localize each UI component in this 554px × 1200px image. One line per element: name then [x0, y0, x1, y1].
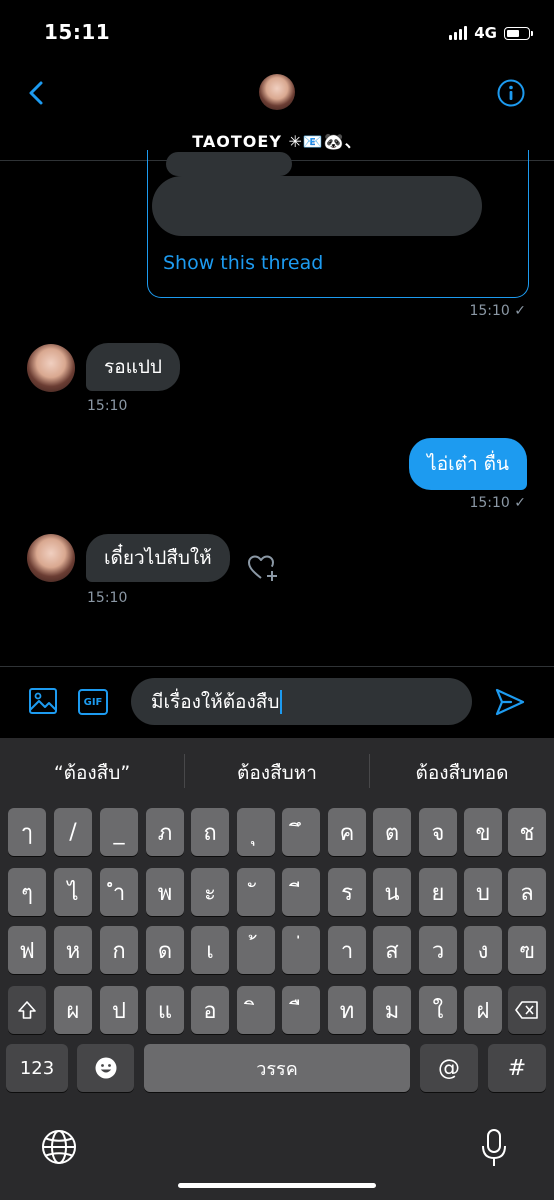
emoji-key[interactable]: [77, 1044, 134, 1092]
message-draft: มีเรื่องให้ต้องสืบ: [151, 690, 280, 713]
keyboard: “ต้องสืบ” ต้องสืบหา ต้องสืบทอด ๅ / _ ภ ถ…: [0, 738, 554, 1200]
image-icon[interactable]: [28, 686, 58, 716]
key[interactable]: ป: [100, 986, 138, 1034]
key[interactable]: ต: [373, 808, 411, 856]
key[interactable]: ไ: [54, 868, 92, 916]
key[interactable]: ย: [419, 868, 457, 916]
contact-avatar[interactable]: [259, 74, 295, 110]
suggestion-2[interactable]: ต้องสืบหา: [185, 758, 369, 788]
message-timestamp: 15:10 ✓: [469, 495, 526, 511]
key[interactable]: บ: [464, 868, 502, 916]
status-indicators: 4G: [449, 24, 533, 42]
suggestion-1[interactable]: “ต้องสืบ”: [0, 758, 184, 788]
sender-avatar[interactable]: [27, 344, 75, 392]
key[interactable]: ถ: [191, 808, 229, 856]
message-timestamp: 15:10: [87, 590, 128, 606]
suggestion-3[interactable]: ต้องสืบทอด: [370, 758, 554, 788]
message-input[interactable]: มีเรื่องให้ต้องสืบ: [131, 678, 472, 725]
shift-icon: [18, 1001, 36, 1019]
message-timestamp: 15:10: [87, 398, 128, 414]
key[interactable]: น: [373, 868, 411, 916]
key[interactable]: ร: [328, 868, 366, 916]
key[interactable]: ผ: [54, 986, 92, 1034]
key[interactable]: ล: [508, 868, 546, 916]
battery-icon: [504, 26, 533, 40]
key[interactable]: อ: [191, 986, 229, 1034]
key[interactable]: ๅ: [8, 808, 46, 856]
key[interactable]: ึ: [282, 808, 320, 856]
key[interactable]: แ: [146, 986, 184, 1034]
incoming-message[interactable]: เดี๋ยวไปสืบให้: [86, 534, 230, 582]
send-icon[interactable]: [494, 686, 526, 718]
network-type: 4G: [474, 24, 497, 42]
key[interactable]: ๆ: [8, 868, 46, 916]
key[interactable]: ำ: [100, 868, 138, 916]
space-key[interactable]: วรรค: [144, 1044, 410, 1092]
key[interactable]: ฟ: [8, 926, 46, 974]
key[interactable]: ะ: [191, 868, 229, 916]
key[interactable]: พ: [146, 868, 184, 916]
text-caret: [280, 689, 283, 714]
key[interactable]: ฝ: [464, 986, 502, 1034]
globe-icon[interactable]: [40, 1128, 78, 1166]
key[interactable]: ว: [419, 926, 457, 974]
key[interactable]: า: [328, 926, 366, 974]
key[interactable]: ช: [508, 808, 546, 856]
key[interactable]: ข: [464, 808, 502, 856]
status-time: 15:11: [44, 20, 111, 44]
shift-key[interactable]: [8, 986, 46, 1034]
key[interactable]: ส: [373, 926, 411, 974]
key[interactable]: ้: [237, 926, 275, 974]
key[interactable]: ท: [328, 986, 366, 1034]
key[interactable]: ก: [100, 926, 138, 974]
key[interactable]: ่: [282, 926, 320, 974]
key[interactable]: ง: [464, 926, 502, 974]
redacted-text: [166, 152, 292, 176]
show-thread-link[interactable]: Show this thread: [163, 252, 323, 274]
numbers-key[interactable]: 123: [6, 1044, 68, 1092]
key[interactable]: ภ: [146, 808, 184, 856]
outgoing-message[interactable]: ไอ่เต๋า ตื่น: [409, 438, 527, 490]
backspace-icon: [515, 1001, 538, 1019]
sender-avatar[interactable]: [27, 534, 75, 582]
key[interactable]: ห: [54, 926, 92, 974]
key[interactable]: ค: [328, 808, 366, 856]
back-icon[interactable]: [22, 78, 52, 108]
key[interactable]: ื: [282, 986, 320, 1034]
emoji-icon: [95, 1057, 116, 1079]
key[interactable]: ี: [282, 868, 320, 916]
key[interactable]: ม: [373, 986, 411, 1034]
key[interactable]: จ: [419, 808, 457, 856]
cellular-signal-icon: [449, 26, 468, 40]
compose-divider: [0, 666, 554, 667]
react-heart-icon[interactable]: [246, 552, 280, 584]
home-indicator[interactable]: [178, 1183, 376, 1188]
at-key[interactable]: @: [420, 1044, 478, 1092]
key[interactable]: _: [100, 808, 138, 856]
info-icon[interactable]: [496, 78, 526, 108]
chat-title[interactable]: TAOTOEY ✳︎📧🐼、: [0, 128, 554, 152]
microphone-icon[interactable]: [480, 1128, 508, 1168]
redacted-text: [152, 176, 482, 236]
key[interactable]: ใ: [419, 986, 457, 1034]
message-timestamp: 15:10 ✓: [469, 303, 526, 319]
hash-key[interactable]: #: [488, 1044, 546, 1092]
key[interactable]: ิ: [237, 986, 275, 1034]
key[interactable]: เ: [191, 926, 229, 974]
incoming-message[interactable]: รอแปป: [86, 343, 180, 391]
gif-button[interactable]: GIF: [78, 689, 108, 715]
key[interactable]: /: [54, 808, 92, 856]
key[interactable]: ด: [146, 926, 184, 974]
key[interactable]: ฃ: [508, 926, 546, 974]
delete-key[interactable]: [508, 986, 546, 1034]
key[interactable]: ุ: [237, 808, 275, 856]
key[interactable]: ั: [237, 868, 275, 916]
